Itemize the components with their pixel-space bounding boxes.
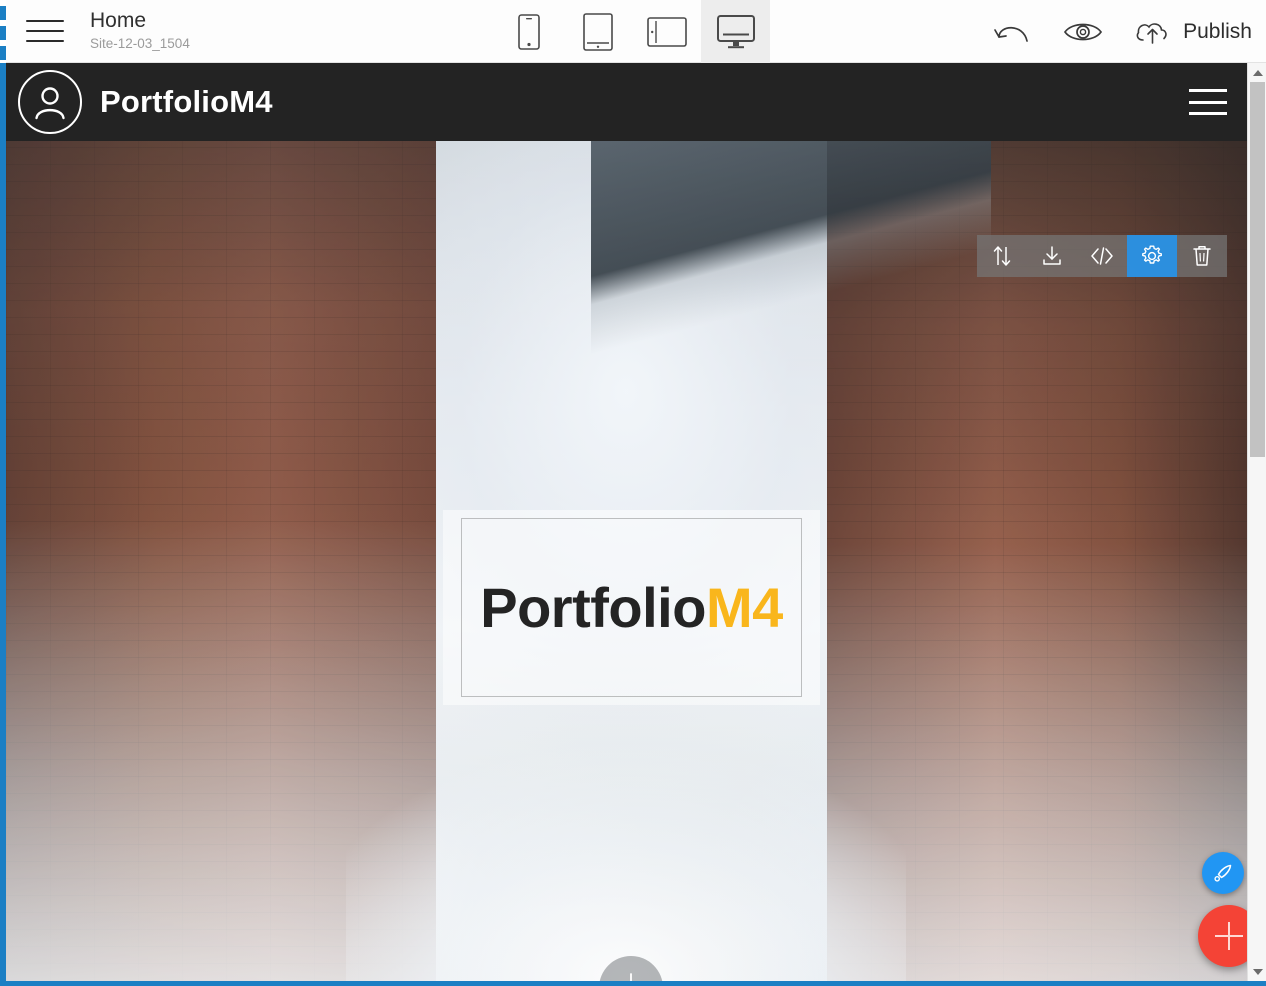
hero-block[interactable]: PortfolioM4: [6, 141, 1247, 981]
download-icon: [1043, 246, 1061, 265]
quick-start-button[interactable]: [1202, 852, 1244, 894]
hero-title-primary: Portfolio: [480, 576, 706, 639]
device-switcher: [494, 0, 770, 63]
hamburger-menu-icon: [1189, 100, 1227, 104]
scrollbar-down-arrow[interactable]: [1248, 962, 1266, 981]
page-title: Home: [90, 9, 147, 32]
site-canvas: PortfolioM4 PortfolioM4: [6, 63, 1247, 981]
device-button-tablet-portrait[interactable]: [563, 0, 632, 63]
device-button-tablet-landscape[interactable]: [632, 0, 701, 63]
delete-block-button[interactable]: [1177, 235, 1227, 277]
avatar: [18, 70, 82, 134]
main-menu-button[interactable]: [26, 14, 66, 48]
scrollbar-up-arrow[interactable]: [1248, 63, 1266, 82]
left-accent-strip: [0, 0, 6, 986]
left-accent-segment-3: [0, 46, 6, 60]
site-id-label: Site-12-03_1504: [90, 36, 190, 51]
editor-toolbar: Home Site-12-03_1504 Publish: [0, 0, 1266, 63]
publish-button[interactable]: Publish: [1133, 17, 1252, 47]
save-block-button[interactable]: [1027, 235, 1077, 277]
user-avatar-icon: [35, 87, 65, 120]
tablet-landscape-icon: [646, 16, 687, 47]
arrow-down-icon: [630, 973, 632, 981]
hero-title-card[interactable]: PortfolioM4: [443, 510, 820, 705]
site-header: PortfolioM4: [6, 63, 1247, 141]
bottom-accent-bar: [0, 981, 1266, 986]
hero-title[interactable]: PortfolioM4: [480, 575, 783, 640]
hero-title-accent: M4: [705, 576, 783, 639]
tablet-portrait-icon: [582, 12, 613, 51]
desktop-icon: [716, 14, 755, 48]
move-up-down-icon: [993, 246, 1011, 266]
code-brackets-icon: [1091, 247, 1113, 265]
chevron-up-icon: [1252, 69, 1263, 76]
toolbar-actions: Publish: [991, 0, 1252, 63]
edit-code-button[interactable]: [1077, 235, 1127, 277]
scrollbar-thumb[interactable]: [1250, 82, 1265, 457]
device-button-mobile-portrait[interactable]: [494, 0, 563, 63]
cloud-upload-icon: [1136, 22, 1167, 44]
publish-label: Publish: [1183, 19, 1252, 43]
device-button-desktop[interactable]: [701, 0, 770, 63]
rocket-icon: [1214, 864, 1232, 882]
undo-button[interactable]: [991, 17, 1033, 47]
eye-icon: [1064, 23, 1103, 40]
site-brand[interactable]: PortfolioM4: [18, 70, 273, 134]
undo-icon: [994, 26, 1028, 42]
hamburger-menu-icon: [1189, 89, 1227, 92]
preview-button[interactable]: [1063, 19, 1103, 45]
left-accent-segment-2: [0, 26, 6, 40]
chevron-down-icon: [1252, 968, 1263, 975]
move-block-button[interactable]: [977, 235, 1027, 277]
site-nav-toggle[interactable]: [1189, 89, 1227, 115]
mobile-portrait-icon: [517, 13, 540, 50]
page-title-group[interactable]: Home Site-12-03_1504: [90, 8, 190, 53]
trash-icon: [1193, 246, 1211, 266]
vertical-scrollbar[interactable]: [1247, 63, 1266, 981]
app-root: Home Site-12-03_1504 Publish PortfolioM4…: [0, 0, 1266, 986]
block-settings-button[interactable]: [1127, 235, 1177, 277]
gear-icon: [1142, 245, 1162, 264]
hamburger-menu-icon: [26, 30, 64, 32]
block-toolbar: [977, 235, 1227, 277]
hamburger-menu-icon: [26, 40, 64, 42]
hamburger-menu-icon: [26, 20, 64, 22]
left-accent-segment-1: [0, 6, 6, 20]
hamburger-menu-icon: [1189, 112, 1227, 115]
site-brand-name: PortfolioM4: [100, 84, 273, 119]
